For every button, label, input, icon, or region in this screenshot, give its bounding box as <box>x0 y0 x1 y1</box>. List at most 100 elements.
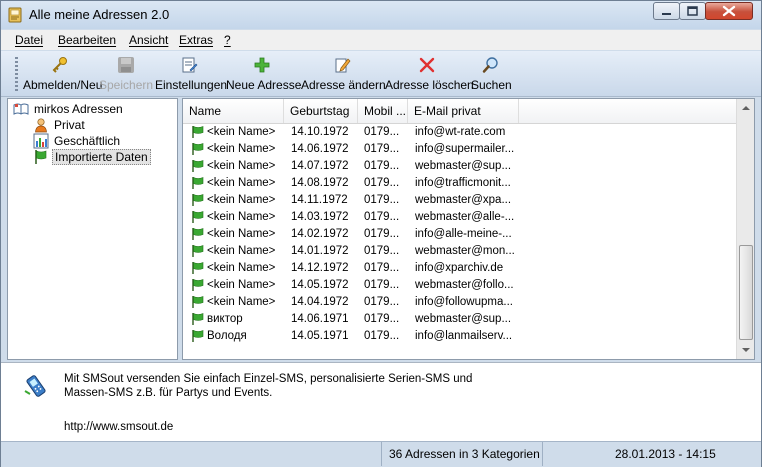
table-row[interactable]: <kein Name> 14.11.1972 0179... webmaster@xp… <box>183 193 736 210</box>
cell-birthday: 14.05.1972 <box>291 279 349 291</box>
table-row[interactable]: <kein Name> 14.01.1972 0179... webmaster@mo… <box>183 244 736 261</box>
smsout-link[interactable]: http://www.smsout.de <box>64 421 173 433</box>
settings-label: Einstellungen <box>155 78 228 92</box>
cell-email: webmaster@xpa... <box>415 194 512 206</box>
category-tree: mirkos Adressen Privat Geschäftlich Impo… <box>7 98 178 360</box>
cell-email: info@wt-rate.com <box>415 126 506 138</box>
table-row[interactable]: <kein Name> 14.03.1972 0179... webmaster@al… <box>183 210 736 227</box>
cell-name: <kein Name> <box>207 126 276 138</box>
cell-email: info@supermailer... <box>415 143 515 155</box>
address-list: Name Geburtstag Mobil ... E-Mail privat … <box>182 98 755 360</box>
table-row[interactable]: <kein Name> 14.07.1972 0179... webmaster@su… <box>183 159 736 176</box>
info-text: Mit SMSout versenden Sie einfach Einzel-… <box>64 372 484 400</box>
menu-datei[interactable]: Datei <box>15 33 43 47</box>
cell-mobile: 0179... <box>364 313 400 325</box>
cell-email: webmaster@sup... <box>415 313 512 325</box>
column-header-birthday[interactable]: Geburtstag <box>284 99 358 123</box>
chart-icon <box>33 133 49 149</box>
tree-item-label: Importierte Daten <box>52 149 151 165</box>
search-button[interactable]: Suchen <box>471 53 512 93</box>
plus-icon <box>253 56 271 74</box>
cell-email: info@lanmailserv... <box>415 330 513 342</box>
app-window: Alle meine Adressen 2.0 Datei Bearbeiten… <box>0 0 762 467</box>
menu-bearbeiten[interactable]: Bearbeiten <box>58 33 116 47</box>
toolbar-grip[interactable] <box>15 57 18 91</box>
scroll-up-icon[interactable] <box>738 100 754 116</box>
cell-mobile: 0179... <box>364 160 400 172</box>
scrollbar-thumb[interactable] <box>739 245 753 340</box>
cell-mobile: 0179... <box>364 279 400 291</box>
table-row[interactable]: <kein Name> 14.12.1972 0179... info@xparchi… <box>183 261 736 278</box>
cell-birthday: 14.11.1972 <box>291 194 348 206</box>
cell-name: виктор <box>207 313 243 325</box>
tree-item-label: mirkos Adressen <box>34 102 123 116</box>
info-line-2: Massen-SMS z.B. für Partys und Events. <box>64 387 273 399</box>
menu-extras[interactable]: Extras <box>179 33 213 47</box>
cell-mobile: 0179... <box>364 330 400 342</box>
menu-bar: Datei Bearbeiten Ansicht Extras ? <box>1 30 761 50</box>
flag-icon <box>191 125 205 139</box>
close-button[interactable] <box>705 2 753 20</box>
title-bar[interactable]: Alle meine Adressen 2.0 <box>1 1 761 29</box>
menu-ansicht[interactable]: Ansicht <box>129 33 168 47</box>
table-row[interactable]: <kein Name> 14.06.1972 0179... info@superma… <box>183 142 736 159</box>
cell-name: <kein Name> <box>207 245 276 257</box>
cell-name: <kein Name> <box>207 143 276 155</box>
cell-name: <kein Name> <box>207 177 276 189</box>
cell-name: <kein Name> <box>207 228 276 240</box>
table-row[interactable]: <kein Name> 14.02.1972 0179... info@alle-me… <box>183 227 736 244</box>
save-button[interactable]: Speichern <box>99 53 153 93</box>
cell-birthday: 14.01.1972 <box>291 245 349 257</box>
new-address-button[interactable]: Neue Adresse <box>226 53 302 93</box>
cell-name: <kein Name> <box>207 211 276 223</box>
login-button[interactable]: Abmelden/Neu <box>23 53 103 93</box>
cell-birthday: 14.06.1971 <box>291 313 349 325</box>
maximize-button[interactable] <box>679 2 706 20</box>
flag-icon <box>191 159 205 173</box>
search-label: Suchen <box>471 78 512 92</box>
key-icon <box>51 56 69 74</box>
cell-mobile: 0179... <box>364 262 400 274</box>
cell-birthday: 14.02.1972 <box>291 228 349 240</box>
info-panel: Mit SMSout versenden Sie einfach Einzel-… <box>1 362 761 441</box>
table-row[interactable]: Володя 14.05.1971 0179... info@lanmailserv.… <box>183 329 736 346</box>
scroll-down-icon[interactable] <box>738 342 754 358</box>
table-row[interactable]: <kein Name> 14.10.1972 0179... info@wt-rate… <box>183 125 736 142</box>
login-label: Abmelden/Neu <box>23 78 103 92</box>
cell-birthday: 14.12.1972 <box>291 262 349 274</box>
cell-name: <kein Name> <box>207 160 276 172</box>
column-header-email[interactable]: E-Mail privat <box>408 99 519 123</box>
table-row[interactable]: <kein Name> 14.08.1972 0179... info@traffic… <box>183 176 736 193</box>
flag-icon <box>191 261 205 275</box>
edit-address-button[interactable]: Adresse ändern <box>301 53 386 93</box>
table-row[interactable]: <kein Name> 14.05.1972 0179... webmaster@fo… <box>183 278 736 295</box>
cell-name: Володя <box>207 330 247 342</box>
cell-email: info@trafficmonit... <box>415 177 511 189</box>
vertical-scrollbar[interactable] <box>736 99 754 359</box>
save-icon <box>117 56 135 74</box>
column-header-name[interactable]: Name <box>183 99 284 123</box>
cell-mobile: 0179... <box>364 143 400 155</box>
delete-icon <box>418 56 436 74</box>
settings-button[interactable]: Einstellungen <box>155 53 228 93</box>
edit-icon <box>333 56 351 74</box>
table-row[interactable]: <kein Name> 14.04.1972 0179... info@followu… <box>183 295 736 312</box>
flag-icon <box>191 227 205 241</box>
cell-birthday: 14.10.1972 <box>291 126 349 138</box>
window-title: Alle meine Adressen 2.0 <box>29 7 170 22</box>
flag-icon <box>191 142 205 156</box>
tree-item-label: Privat <box>54 118 85 132</box>
delete-address-button[interactable]: Adresse löschen <box>385 53 474 93</box>
flag-icon <box>191 193 205 207</box>
cell-mobile: 0179... <box>364 177 400 189</box>
new-address-label: Neue Adresse <box>226 78 302 92</box>
table-row[interactable]: виктор 14.06.1971 0179... webmaster@sup... <box>183 312 736 329</box>
column-header-mobile[interactable]: Mobil ... <box>358 99 408 123</box>
menu-help[interactable]: ? <box>224 33 231 47</box>
cell-email: webmaster@sup... <box>415 160 512 172</box>
cell-name: <kein Name> <box>207 262 276 274</box>
flag-icon <box>191 312 205 326</box>
status-bar: 36 Adressen in 3 Kategorien 28.01.2013 -… <box>1 441 761 467</box>
address-book-icon[interactable] <box>7 7 23 23</box>
minimize-button[interactable] <box>653 2 680 20</box>
